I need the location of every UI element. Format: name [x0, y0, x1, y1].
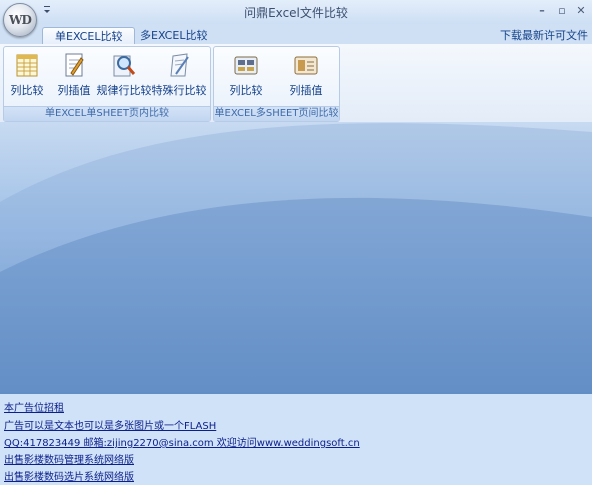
pattern-row-search-icon [113, 55, 136, 77]
window-title: 问鼎Excel文件比较 [244, 6, 348, 20]
sheet-column-compare-button[interactable]: 列比较 [226, 49, 266, 103]
ribbon-panel: 列比较 列插值 规律行比较 特殊行比较 单EXCEL单SHEET页内比较 列比较… [0, 44, 592, 123]
maximize-button[interactable]: ▫ [554, 3, 570, 19]
app-logo-text: WD [9, 13, 32, 27]
group-multi-sheet: 列比较 列插值 单EXCEL多SHEET页间比较 [213, 46, 340, 122]
workspace-area [0, 122, 592, 394]
workspace-background-swoosh [0, 123, 592, 394]
group-single-sheet-label: 单EXCEL单SHEET页内比较 [4, 106, 210, 121]
column-diff-icon [65, 53, 84, 77]
minimize-button[interactable]: – [534, 3, 550, 19]
ad-link-1[interactable]: 本广告位招租 [4, 399, 64, 414]
close-button[interactable]: ✕ [573, 3, 589, 19]
advertisement-panel: 本广告位招租 广告可以是文本也可以是多张图片或一个FLASH QQ:417823… [0, 394, 592, 485]
column-diff-button[interactable]: 列插值 [54, 49, 94, 103]
ribbon-tab-bar: 单EXCEL比较 多EXCEL比较 下载最新许可文件 [0, 24, 592, 45]
column-compare-label: 列比较 [10, 84, 44, 97]
pattern-row-compare-label: 规律行比较 [96, 84, 152, 97]
ad-link-3[interactable]: QQ:417823449 邮箱:zijing2270@sina.com 欢迎访问… [4, 434, 360, 449]
ad-link-5[interactable]: 出售影楼数码选片系统网络版 [4, 468, 134, 483]
group-single-sheet: 列比较 列插值 规律行比较 特殊行比较 单EXCEL单SHEET页内比较 [3, 46, 211, 122]
sheet-column-diff-button[interactable]: 列插值 [284, 49, 328, 103]
column-compare-icon [16, 54, 38, 77]
ad-link-4[interactable]: 出售影楼数码管理系统网络版 [4, 451, 134, 466]
sheet-column-diff-icon [294, 56, 318, 75]
tab-multi-excel[interactable]: 多EXCEL比较 [128, 27, 219, 44]
sheet-column-diff-label: 列插值 [289, 84, 323, 97]
app-menu-button[interactable]: WD [3, 3, 37, 37]
sheet-column-compare-label: 列比较 [229, 84, 263, 97]
special-row-icon [170, 53, 189, 77]
pattern-row-compare-button[interactable]: 规律行比较 [96, 49, 152, 103]
special-row-compare-button[interactable]: 特殊行比较 [150, 49, 208, 103]
special-row-compare-label: 特殊行比较 [151, 84, 207, 97]
group-multi-sheet-label: 单EXCEL多SHEET页间比较 [214, 106, 339, 121]
download-license-link[interactable]: 下载最新许可文件 [500, 27, 588, 44]
column-diff-label: 列插值 [57, 84, 91, 97]
sheet-column-compare-icon [234, 56, 258, 75]
tab-single-excel[interactable]: 单EXCEL比较 [42, 27, 136, 45]
column-compare-button[interactable]: 列比较 [8, 49, 46, 103]
ad-link-2[interactable]: 广告可以是文本也可以是多张图片或一个FLASH [4, 417, 216, 432]
title-bar: 问鼎Excel文件比较 – ▫ ✕ [0, 0, 592, 25]
